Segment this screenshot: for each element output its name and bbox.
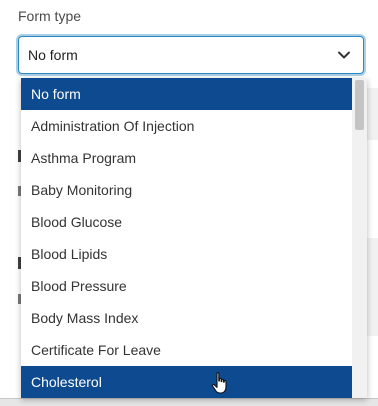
option-label: Blood Lipids	[31, 246, 108, 262]
scrollbar-thumb[interactable]	[355, 80, 364, 130]
dropdown-option-baby-monitoring[interactable]: Baby Monitoring	[21, 174, 352, 206]
form-type-label: Form type	[18, 8, 82, 24]
option-label: Administration Of Injection	[31, 118, 195, 134]
background-panel-edge	[366, 238, 378, 336]
option-label: No form	[31, 86, 81, 102]
dropdown-scrollbar[interactable]	[352, 78, 367, 398]
dropdown-option-administration-of-injection[interactable]: Administration Of Injection	[21, 110, 352, 142]
dropdown-option-cholesterol[interactable]: Cholesterol	[21, 366, 352, 398]
option-label: Asthma Program	[31, 150, 137, 166]
dropdown-option-blood-lipids[interactable]: Blood Lipids	[21, 238, 352, 270]
dropdown-option-asthma-program[interactable]: Asthma Program	[21, 142, 352, 174]
form-type-select[interactable]: No form	[18, 36, 364, 74]
option-label: Blood Glucose	[31, 214, 123, 230]
chevron-down-icon[interactable]	[335, 46, 353, 64]
option-label: Certificate For Leave	[31, 342, 161, 358]
option-label: Blood Pressure	[31, 278, 127, 294]
dropdown-option-no-form[interactable]: No form	[21, 78, 352, 110]
option-label: Baby Monitoring	[31, 182, 133, 198]
dropdown-option-blood-glucose[interactable]: Blood Glucose	[21, 206, 352, 238]
dropdown-option-body-mass-index[interactable]: Body Mass Index	[21, 302, 352, 334]
option-label: Cholesterol	[31, 374, 102, 390]
hand-pointer-icon	[211, 372, 227, 394]
dropdown-option-certificate-for-leave[interactable]: Certificate For Leave	[21, 334, 352, 366]
form-type-selected-value: No form	[28, 47, 78, 63]
option-label: Body Mass Index	[31, 310, 139, 326]
form-type-dropdown-list: No form Administration Of Injection Asth…	[21, 78, 367, 398]
background-panel-edge	[366, 88, 378, 140]
dropdown-option-blood-pressure[interactable]: Blood Pressure	[21, 270, 352, 302]
